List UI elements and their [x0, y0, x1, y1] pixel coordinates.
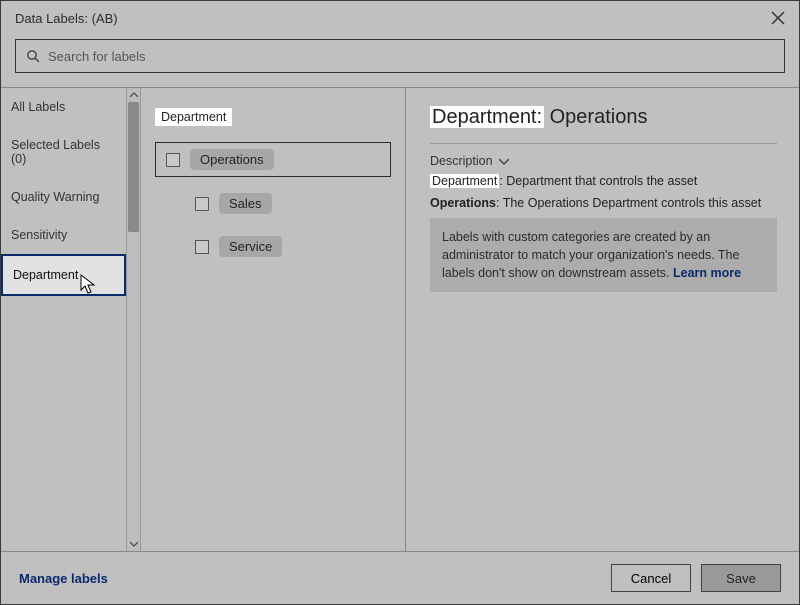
detail-heading-category: Department:: [430, 106, 544, 128]
sidebar-item-label: Sensitivity: [11, 228, 67, 242]
save-button[interactable]: Save: [701, 564, 781, 592]
label-checkbox[interactable]: [166, 153, 180, 167]
chevron-down-icon: [499, 158, 509, 165]
sidebar-scrollbar[interactable]: [126, 88, 141, 551]
info-box: Labels with custom categories are create…: [430, 218, 777, 292]
category-title: Department: [155, 108, 232, 126]
sidebar-item-selected-labels[interactable]: Selected Labels (0): [1, 126, 126, 178]
close-button[interactable]: [769, 9, 787, 27]
scroll-thumb[interactable]: [128, 102, 139, 232]
description-category-text: : Department that controls the asset: [499, 174, 697, 188]
sidebar-item-quality-warning[interactable]: Quality Warning: [1, 178, 126, 216]
sidebar-item-label: Selected Labels (0): [11, 138, 100, 166]
description-category-line: Department: Department that controls the…: [430, 174, 777, 188]
manage-labels-link[interactable]: Manage labels: [19, 571, 108, 586]
description-value-line: Operations: The Operations Department co…: [430, 196, 777, 210]
label-pill: Service: [219, 236, 282, 257]
label-row-sales[interactable]: Sales: [185, 187, 282, 220]
label-pill: Sales: [219, 193, 272, 214]
scroll-track[interactable]: [127, 102, 140, 537]
description-toggle[interactable]: Description: [430, 154, 777, 168]
description-toggle-label: Description: [430, 154, 493, 168]
sidebar-item-label: Department: [13, 268, 78, 282]
data-labels-dialog: Data Labels: (AB) All Labels Selected La…: [0, 0, 800, 605]
description-category-prefix: Department: [430, 174, 499, 188]
label-row-operations[interactable]: Operations: [155, 142, 391, 177]
close-icon: [771, 11, 785, 25]
description-value-prefix: Operations: [430, 196, 496, 210]
sidebar-list: All Labels Selected Labels (0) Quality W…: [1, 88, 126, 551]
dialog-content: All Labels Selected Labels (0) Quality W…: [1, 87, 799, 551]
footer-buttons: Cancel Save: [611, 564, 781, 592]
label-checkbox[interactable]: [195, 240, 209, 254]
detail-heading: Department: Operations: [430, 106, 777, 129]
sidebar-item-label: Quality Warning: [11, 190, 99, 204]
sidebar-item-sensitivity[interactable]: Sensitivity: [1, 216, 126, 254]
search-icon: [26, 49, 40, 63]
sidebar-item-label: All Labels: [11, 100, 65, 114]
dialog-titlebar: Data Labels: (AB): [1, 1, 799, 35]
dialog-footer: Manage labels Cancel Save: [1, 551, 799, 604]
label-pill: Operations: [190, 149, 274, 170]
sidebar-item-all-labels[interactable]: All Labels: [1, 88, 126, 126]
label-checkbox[interactable]: [195, 197, 209, 211]
scroll-up-button[interactable]: [127, 88, 140, 102]
search-input[interactable]: [48, 49, 774, 64]
description-value-text: : The Operations Department controls thi…: [496, 196, 761, 210]
divider: [430, 143, 777, 144]
cancel-button[interactable]: Cancel: [611, 564, 691, 592]
labels-list-panel: Department Operations Sales Service: [141, 88, 406, 551]
scroll-down-button[interactable]: [127, 537, 140, 551]
label-detail-panel: Department: Operations Description Depar…: [406, 88, 799, 551]
chevron-up-icon: [130, 92, 138, 98]
detail-heading-value: Operations: [550, 106, 648, 128]
label-row-service[interactable]: Service: [185, 230, 292, 263]
dialog-title: Data Labels: (AB): [15, 11, 118, 26]
learn-more-link[interactable]: Learn more: [673, 266, 741, 280]
chevron-down-icon: [130, 541, 138, 547]
search-bar[interactable]: [15, 39, 785, 73]
category-sidebar: All Labels Selected Labels (0) Quality W…: [1, 88, 141, 551]
sidebar-item-department[interactable]: Department: [1, 254, 126, 296]
